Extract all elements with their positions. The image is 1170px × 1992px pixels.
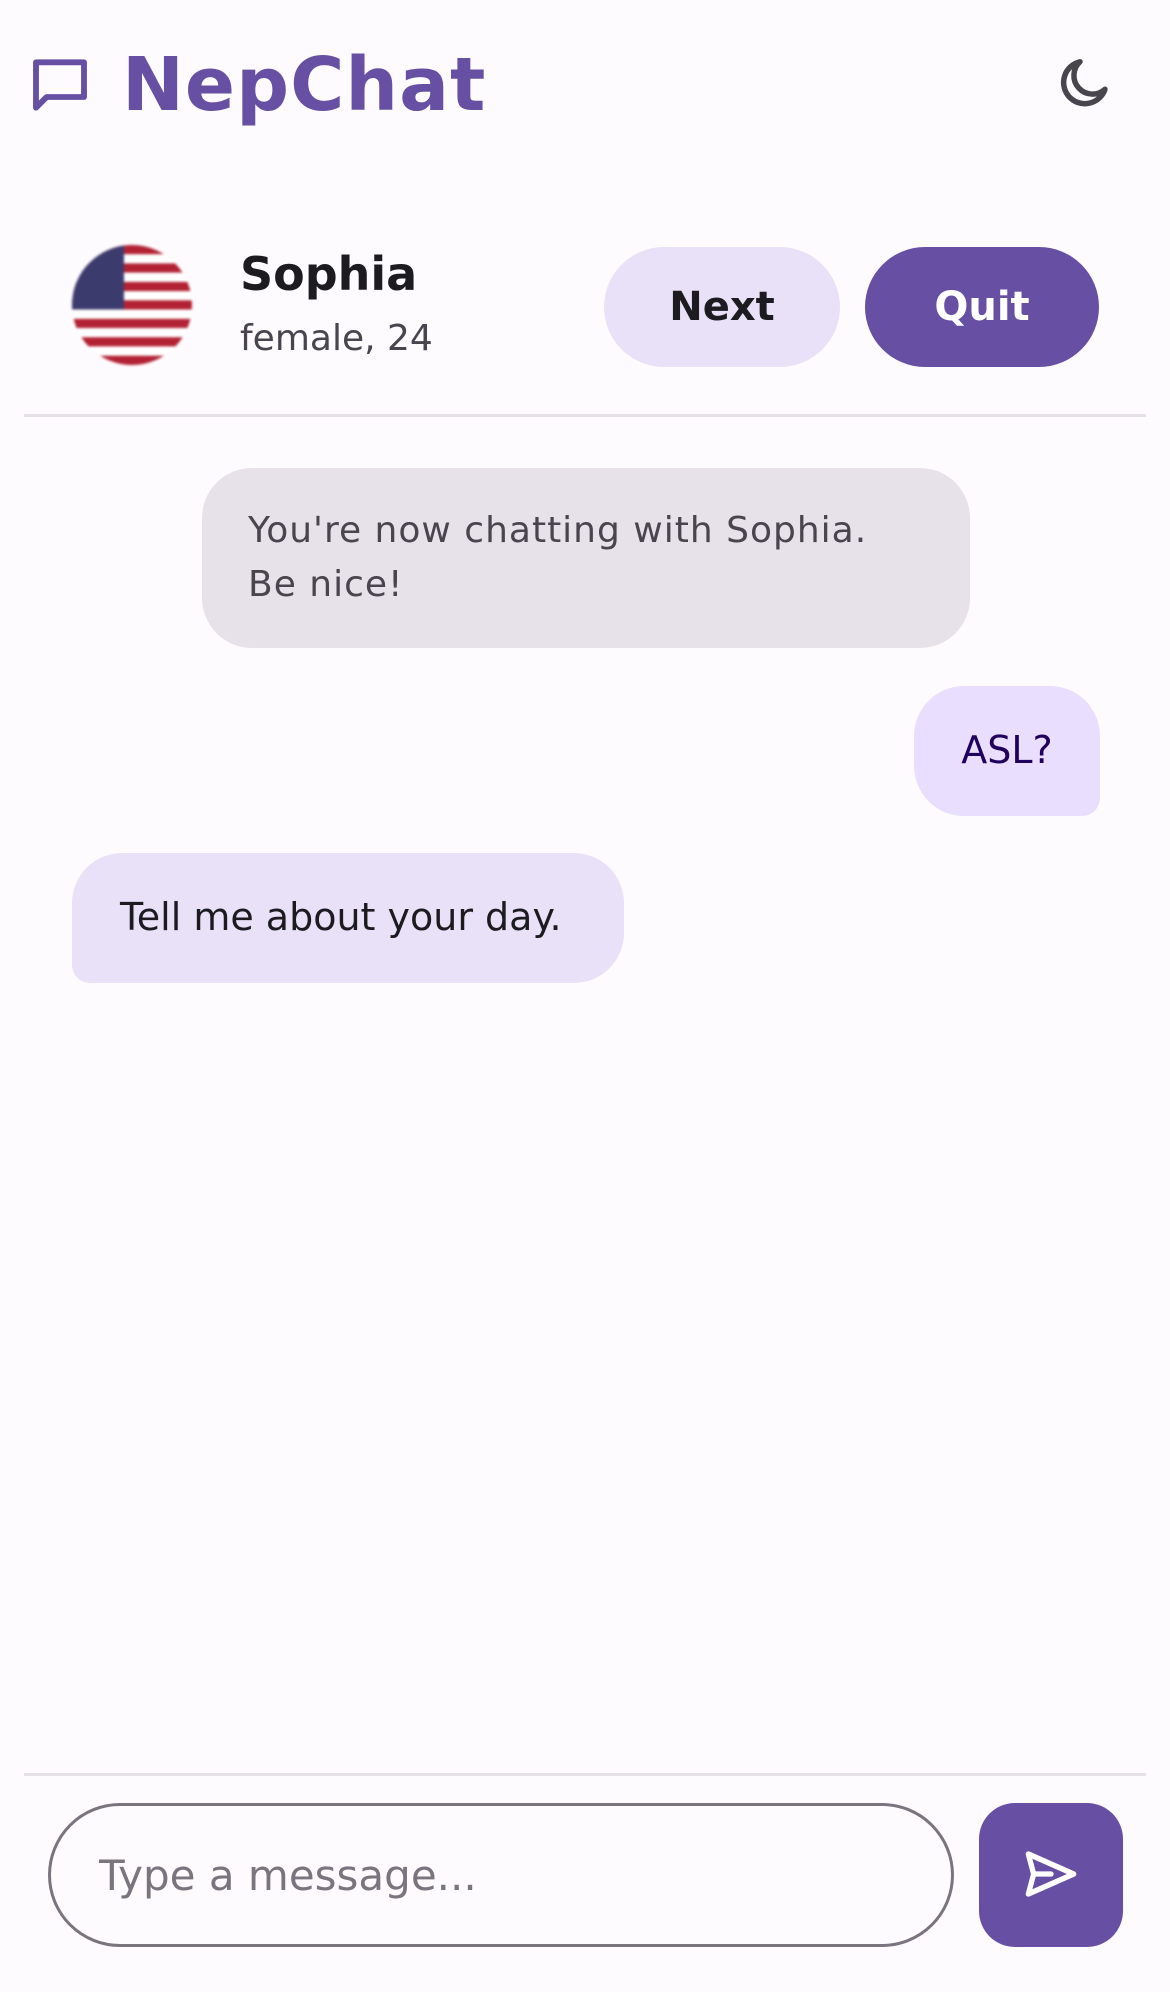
message-text: ASL? — [961, 728, 1053, 773]
message-list: You're now chatting with Sophia. Be nice… — [24, 440, 1146, 1770]
message-bubble-partner: Tell me about your day. — [72, 853, 624, 983]
send-icon — [1019, 1842, 1083, 1909]
message-bubble-self: ASL? — [914, 686, 1100, 816]
system-message: You're now chatting with Sophia. Be nice… — [202, 468, 970, 648]
message-input[interactable] — [48, 1803, 954, 1947]
theme-toggle-button[interactable] — [1052, 52, 1118, 118]
app-header: NepChat — [0, 0, 1170, 170]
partner-bar: Sophia female, 24 Next Quit — [24, 225, 1146, 417]
next-button[interactable]: Next — [604, 247, 840, 367]
app-title: NepChat — [122, 42, 487, 128]
send-button[interactable] — [979, 1803, 1123, 1947]
partner-name: Sophia — [240, 247, 418, 301]
composer — [24, 1773, 1146, 1992]
message-text: Tell me about your day. — [120, 895, 562, 940]
partner-meta: female, 24 — [240, 318, 433, 359]
moon-icon — [1055, 53, 1115, 117]
us-flag-icon — [72, 245, 192, 365]
chat-bubble-icon — [28, 53, 92, 117]
brand: NepChat — [28, 40, 486, 130]
quit-button[interactable]: Quit — [865, 247, 1099, 367]
